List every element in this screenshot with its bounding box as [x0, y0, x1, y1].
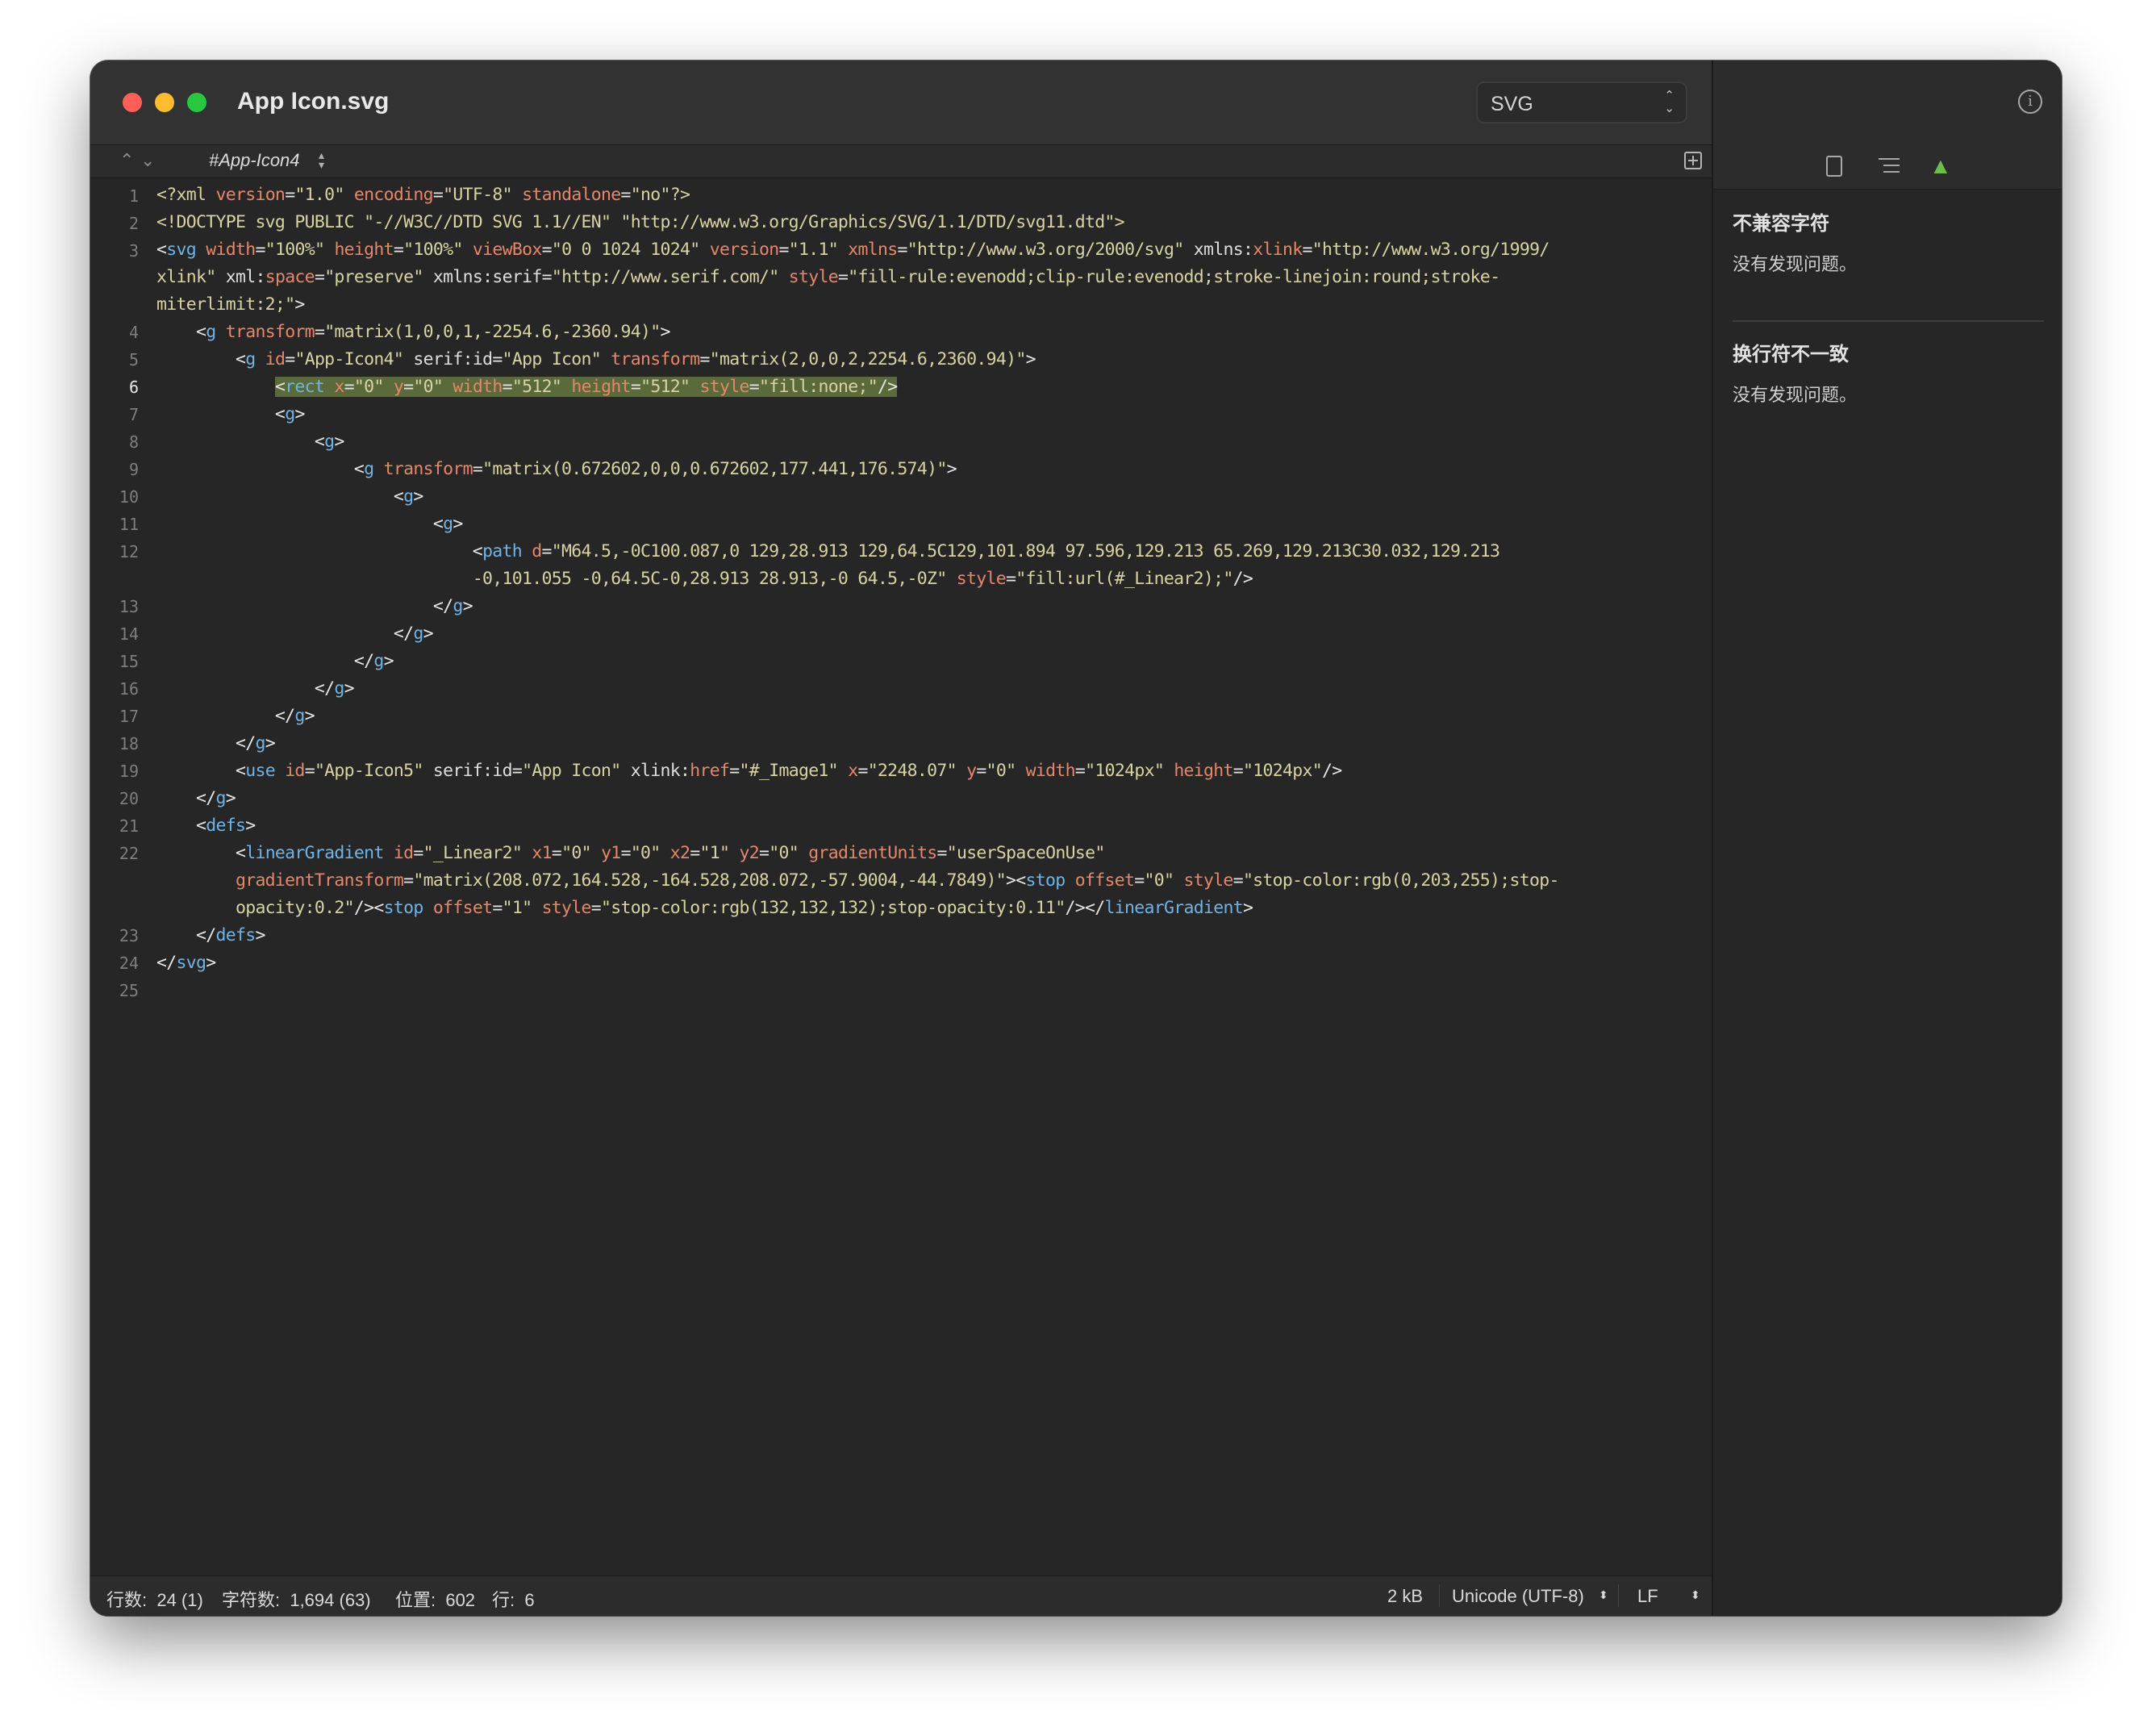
line-number: 25 — [119, 981, 139, 1000]
previous-outline-button[interactable]: ⌃ — [119, 150, 134, 171]
code-line: gradientTransform="matrix(208.072,164.52… — [235, 870, 1559, 891]
code-line: <linearGradient id="_Linear2" x1="0" y1=… — [156, 843, 1105, 863]
section-title: 换行符不一致 — [1733, 344, 1849, 365]
inspector-panel: i ▲ 不兼容字符 没有发现问题。 换行符不一致 没有发现问题。 — [1712, 61, 2062, 1616]
code-editor[interactable]: 1 2 3 4 5 6 7 8 9 10 11 12 13 14 15 16 1… — [90, 178, 1712, 1575]
cursor-line: 行: 6 — [492, 1590, 535, 1610]
chevron-updown-icon[interactable]: ⬍ — [1691, 1588, 1700, 1602]
code-line: <svg width="100%" height="100%" viewBox=… — [156, 240, 1549, 260]
line-ending-select[interactable]: LF — [1637, 1586, 1658, 1607]
code-line: miterlimit:2;"> — [156, 294, 305, 315]
code-line: <path d="M64.5,-0C100.087,0 129,28.913 1… — [156, 541, 1500, 561]
zoom-button[interactable] — [187, 93, 206, 112]
navigation-bar: ⌃ ⌄ #App-Icon4 ▴ ▾ — [90, 144, 1712, 178]
section-title: 不兼容字符 — [1733, 213, 1829, 235]
code-line: <g> — [156, 514, 463, 534]
character-count: 字符数: 1,694 (63) — [222, 1590, 371, 1610]
code-line: <g transform="matrix(0.672602,0,0,0.6726… — [156, 459, 957, 479]
line-number: 21 — [119, 816, 139, 836]
line-count: 行数: 24 (1) — [106, 1590, 203, 1610]
document-icon[interactable] — [1826, 156, 1842, 177]
editor-window: App Icon.svg SVG ⌃ ⌄ ⌃ ⌄ #App-Icon4 ▴ ▾ 1 … — [90, 61, 2062, 1616]
code-line: </svg> — [156, 953, 216, 973]
code-line: </g> — [156, 596, 473, 616]
code-line-selected: <rect x="0" y="0" width="512" height="51… — [274, 377, 898, 397]
code-line: xlink" xml:space="preserve" xmlns:serif=… — [156, 267, 1500, 287]
line-number: 11 — [119, 515, 139, 534]
file-size: 2 kB — [1387, 1586, 1424, 1606]
line-number: 7 — [128, 405, 139, 424]
line-number-active: 6 — [128, 378, 139, 397]
line-number: 9 — [128, 460, 139, 479]
line-number: 18 — [119, 734, 139, 753]
syntax-style-select[interactable]: SVG ⌃ ⌄ — [1476, 81, 1687, 123]
line-number: 14 — [119, 624, 139, 644]
title-bar: App Icon.svg SVG ⌃ ⌄ — [90, 61, 1712, 144]
code-line: </g> — [156, 624, 434, 644]
line-number: 13 — [119, 597, 139, 616]
code-line: <g id="App-Icon4" serif:id="App Icon" tr… — [156, 349, 1036, 369]
line-number: 5 — [128, 350, 139, 369]
line-number: 12 — [119, 542, 139, 561]
code-line: opacity:0.2"/><stop offset="1" style="st… — [235, 898, 1253, 918]
line-number: 4 — [128, 323, 139, 342]
chevron-updown-icon[interactable]: ⬍ — [1599, 1588, 1608, 1602]
line-number: 22 — [119, 844, 139, 863]
inconsistent-line-endings-section: 换行符不一致 没有发现问题。 — [1733, 338, 2044, 407]
code-line: </g> — [156, 733, 276, 753]
code-line: -0,101.055 -0,64.5C-0,28.913 28.913,-0 6… — [472, 569, 1253, 589]
code-line: <?xml version="1.0" encoding="UTF-8" sta… — [156, 185, 690, 205]
split-editor-icon[interactable] — [1684, 152, 1702, 169]
chevron-updown-icon: ⌃ ⌄ — [1664, 89, 1674, 115]
inspector-tabs: ▲ — [1713, 144, 2062, 190]
section-text: 没有发现问题。 — [1733, 385, 1858, 405]
line-number: 2 — [128, 214, 139, 233]
encoding-select[interactable]: Unicode (UTF-8) — [1452, 1586, 1584, 1607]
line-number: 3 — [128, 241, 139, 261]
syntax-style-label: SVG — [1491, 93, 1533, 115]
code-line: <use id="App-Icon5" serif:id="App Icon" … — [156, 761, 1342, 781]
minimize-button[interactable] — [155, 93, 174, 112]
code-line: <g> — [156, 486, 423, 507]
code-line: <!DOCTYPE svg PUBLIC "-//W3C//DTD SVG 1.… — [156, 212, 1125, 232]
outline-list-icon[interactable] — [1879, 156, 1903, 176]
status-bar: 行数: 24 (1) 字符数: 1,694 (63) 位置: 602 行: 6 … — [90, 1575, 1712, 1616]
window-title: App Icon.svg — [237, 88, 390, 115]
code-line: <defs> — [156, 816, 256, 836]
next-outline-button[interactable]: ⌄ — [140, 150, 155, 171]
line-number: 16 — [119, 679, 139, 699]
line-number: 15 — [119, 652, 139, 671]
code-line: </g> — [156, 706, 315, 726]
code-line: </defs> — [156, 925, 265, 945]
code-line: <g transform="matrix(1,0,0,1,-2254.6,-23… — [156, 322, 670, 342]
cursor-position: 位置: 602 — [395, 1590, 476, 1610]
close-button[interactable] — [123, 93, 142, 112]
section-text: 没有发现问题。 — [1733, 254, 1858, 274]
warning-icon[interactable]: ▲ — [1929, 155, 1952, 177]
line-number: 23 — [119, 926, 139, 945]
line-number: 24 — [119, 954, 139, 973]
inspector-header: i — [1713, 61, 2062, 144]
line-number: 19 — [119, 762, 139, 781]
divider — [1733, 320, 2044, 322]
code-line: <g> — [156, 404, 305, 424]
info-icon[interactable]: i — [2018, 90, 2042, 114]
line-number: 17 — [119, 707, 139, 726]
outline-breadcrumb[interactable]: #App-Icon4 — [209, 150, 300, 171]
line-number: 1 — [128, 186, 139, 206]
line-number: 10 — [119, 487, 139, 507]
code-line: </g> — [156, 678, 355, 699]
incompatible-characters-section: 不兼容字符 没有发现问题。 — [1733, 207, 2044, 276]
line-number: 8 — [128, 432, 139, 452]
code-line: </g> — [156, 651, 394, 671]
code-line: <g> — [156, 432, 344, 452]
line-number: 20 — [119, 789, 139, 808]
code-line: </g> — [156, 788, 236, 808]
chevron-updown-icon[interactable]: ▴ ▾ — [319, 149, 324, 170]
